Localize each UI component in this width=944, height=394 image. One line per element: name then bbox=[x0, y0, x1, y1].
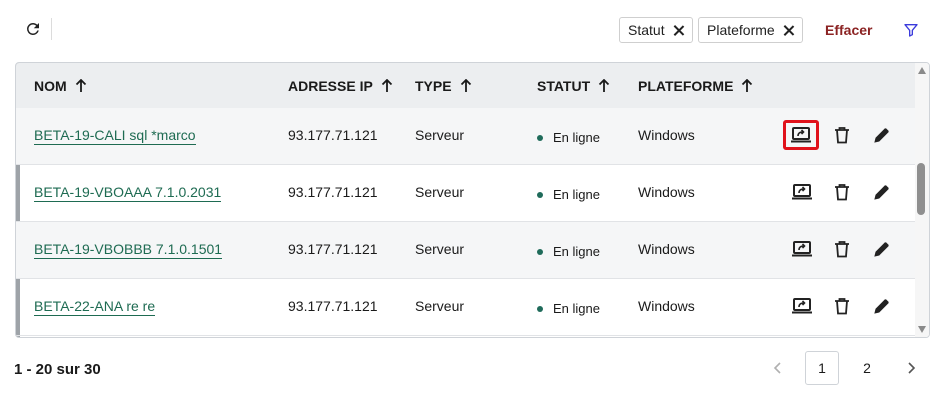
status-badge: En ligne bbox=[537, 130, 600, 145]
trash-icon bbox=[835, 298, 849, 315]
pencil-icon bbox=[874, 128, 889, 143]
vertical-scrollbar[interactable] bbox=[915, 63, 929, 337]
chevron-left-icon[interactable] bbox=[770, 360, 786, 376]
refresh-icon[interactable] bbox=[24, 20, 42, 38]
close-icon[interactable] bbox=[783, 25, 794, 36]
ip-address: 93.177.71.121 bbox=[288, 184, 378, 200]
chip-label: Plateforme bbox=[707, 22, 775, 38]
filter-chip-plateforme[interactable]: Plateforme bbox=[698, 17, 803, 43]
status-dot-icon bbox=[537, 134, 543, 141]
filter-chip-statut[interactable]: Statut bbox=[619, 17, 693, 43]
device-type: Serveur bbox=[415, 184, 465, 200]
ip-address: 93.177.71.121 bbox=[288, 241, 378, 257]
remote-desktop-icon bbox=[791, 127, 811, 143]
sort-arrow-up-icon bbox=[381, 79, 392, 92]
delete-button[interactable] bbox=[830, 293, 854, 319]
device-name-link[interactable]: BETA-19-CALI sql *marco bbox=[34, 127, 196, 145]
table-row: BETA-22-ANA re re 93.177.71.121 Serveur … bbox=[16, 279, 915, 336]
column-header-plateforme[interactable]: PLATEFORME bbox=[638, 78, 753, 94]
table-row: BETA-19-VBOAAA 7.1.0.2031 93.177.71.121 … bbox=[16, 165, 915, 222]
chip-label: Statut bbox=[628, 22, 665, 38]
scroll-up-icon[interactable] bbox=[918, 67, 926, 74]
delete-button[interactable] bbox=[830, 179, 854, 205]
chevron-right-icon[interactable] bbox=[903, 360, 919, 376]
platform: Windows bbox=[638, 298, 695, 314]
platform: Windows bbox=[638, 127, 695, 143]
clear-filters-button[interactable]: Effacer bbox=[825, 22, 872, 38]
page-button-2[interactable]: 2 bbox=[850, 351, 884, 385]
remote-desktop-icon bbox=[792, 298, 812, 314]
column-header-label: ADRESSE IP bbox=[288, 78, 373, 94]
column-header-adresse-ip[interactable]: ADRESSE IP bbox=[288, 78, 393, 94]
sort-arrow-up-icon bbox=[599, 79, 610, 92]
status-dot-icon bbox=[537, 248, 543, 255]
connect-button[interactable] bbox=[790, 236, 814, 262]
trash-icon bbox=[835, 184, 849, 201]
status-label: En ligne bbox=[553, 130, 600, 145]
status-dot-icon bbox=[537, 191, 543, 198]
pencil-icon bbox=[874, 242, 889, 257]
edit-button[interactable] bbox=[870, 236, 894, 262]
scroll-down-icon[interactable] bbox=[918, 326, 926, 333]
connect-button[interactable] bbox=[783, 120, 819, 150]
close-icon[interactable] bbox=[673, 25, 684, 36]
remote-desktop-icon bbox=[792, 184, 812, 200]
scrollbar-thumb[interactable] bbox=[917, 163, 925, 215]
edit-button[interactable] bbox=[870, 179, 894, 205]
column-header-nom[interactable]: NOM bbox=[34, 78, 87, 94]
status-badge: En ligne bbox=[537, 244, 600, 259]
trash-icon bbox=[835, 127, 849, 144]
connect-button[interactable] bbox=[790, 293, 814, 319]
status-label: En ligne bbox=[553, 187, 600, 202]
edit-button[interactable] bbox=[870, 293, 894, 319]
pencil-icon bbox=[874, 185, 889, 200]
status-dot-icon bbox=[537, 305, 543, 312]
toolbar: Statut Plateforme Effacer bbox=[0, 0, 944, 62]
table-header: NOM ADRESSE IP TYPE STATUT PLATEFORME bbox=[16, 63, 915, 108]
device-name-link[interactable]: BETA-19-VBOBBB 7.1.0.1501 bbox=[34, 241, 223, 259]
column-header-type[interactable]: TYPE bbox=[415, 78, 472, 94]
pagination-range: 1 - 20 sur 30 bbox=[14, 361, 101, 378]
status-badge: En ligne bbox=[537, 187, 600, 202]
sort-arrow-up-icon bbox=[742, 79, 753, 92]
connect-button[interactable] bbox=[790, 179, 814, 205]
table-row: BETA-19-VBOBBB 7.1.0.1501 93.177.71.121 … bbox=[16, 222, 915, 279]
device-name-link[interactable]: BETA-19-VBOAAA 7.1.0.2031 bbox=[34, 184, 222, 202]
device-name-link[interactable]: BETA-22-ANA re re bbox=[34, 298, 156, 316]
sort-arrow-up-icon bbox=[460, 79, 471, 92]
platform: Windows bbox=[638, 184, 695, 200]
status-badge: En ligne bbox=[537, 301, 600, 316]
filter-icon[interactable] bbox=[903, 22, 919, 38]
column-header-label: TYPE bbox=[415, 78, 452, 94]
status-label: En ligne bbox=[553, 244, 600, 259]
toolbar-divider bbox=[51, 18, 52, 40]
column-header-label: NOM bbox=[34, 78, 67, 94]
column-header-label: PLATEFORME bbox=[638, 78, 734, 94]
device-type: Serveur bbox=[415, 241, 465, 257]
status-label: En ligne bbox=[553, 301, 600, 316]
sort-arrow-up-icon bbox=[75, 79, 86, 92]
devices-table: NOM ADRESSE IP TYPE STATUT PLATEFORME BE… bbox=[15, 62, 930, 338]
edit-button[interactable] bbox=[870, 122, 894, 148]
ip-address: 93.177.71.121 bbox=[288, 127, 378, 143]
device-type: Serveur bbox=[415, 298, 465, 314]
delete-button[interactable] bbox=[830, 236, 854, 262]
pencil-icon bbox=[874, 299, 889, 314]
page-button-1[interactable]: 1 bbox=[805, 351, 839, 385]
device-type: Serveur bbox=[415, 127, 465, 143]
table-row: BETA-19-CALI sql *marco 93.177.71.121 Se… bbox=[16, 108, 915, 165]
platform: Windows bbox=[638, 241, 695, 257]
trash-icon bbox=[835, 241, 849, 258]
ip-address: 93.177.71.121 bbox=[288, 298, 378, 314]
remote-desktop-icon bbox=[792, 241, 812, 257]
column-header-statut[interactable]: STATUT bbox=[537, 78, 610, 94]
column-header-label: STATUT bbox=[537, 78, 591, 94]
delete-button[interactable] bbox=[830, 122, 854, 148]
